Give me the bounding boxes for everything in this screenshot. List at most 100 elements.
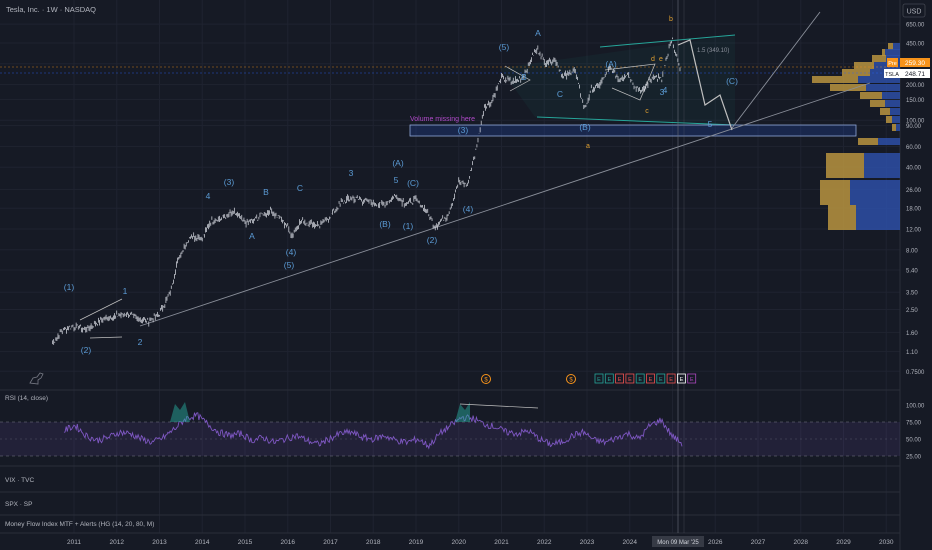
rsi-title[interactable]: RSI (14, close) — [5, 395, 48, 402]
wave-label: B — [521, 72, 527, 82]
wave-label: (4) — [286, 247, 297, 257]
volume-bar-up — [842, 69, 870, 76]
time-tick-label: 2011 — [67, 539, 81, 546]
time-tick-label: 2016 — [281, 539, 296, 546]
volume-bar-up — [854, 62, 874, 69]
wave-label: (3) — [224, 177, 235, 187]
volume-bar-up — [892, 124, 896, 131]
time-tick-label: 2015 — [238, 539, 253, 546]
wave-label: (A) — [392, 158, 404, 168]
svg-text:259.30: 259.30 — [905, 60, 925, 67]
wave-label: c — [645, 108, 649, 115]
volume-bar-down — [878, 138, 900, 145]
volume-bar-down — [892, 116, 900, 123]
svg-text:E: E — [607, 377, 611, 383]
price-badge-pre: Pre 259.30 — [887, 58, 930, 67]
time-tick-label: 2020 — [452, 539, 467, 546]
svg-text:248.71: 248.71 — [905, 71, 925, 78]
svg-text:E: E — [597, 377, 601, 383]
time-tick-label: 2027 — [751, 539, 766, 546]
wave-label: (5) — [284, 260, 295, 270]
wave-label: (5) — [499, 42, 510, 52]
wave-label: 5 — [394, 175, 399, 185]
volume-bar-down — [864, 153, 900, 178]
wave-label: (B) — [379, 219, 391, 229]
volume-bar-up — [858, 138, 878, 145]
volume-bar-down — [896, 124, 900, 131]
price-tick-label: 5.40 — [906, 268, 918, 274]
svg-text:E: E — [680, 377, 684, 383]
price-tick-label: 26.00 — [906, 188, 922, 194]
time-tick-label: 2019 — [409, 539, 424, 546]
price-tick-label: 18.00 — [906, 207, 922, 213]
volume-bar-down — [890, 108, 900, 115]
symbol-title[interactable]: Tesla, Inc. · 1W · NASDAQ — [6, 5, 96, 14]
price-tick-label: 60.00 — [906, 145, 922, 151]
wave-label: 1 — [123, 286, 128, 296]
wave-label: (A) — [605, 59, 617, 69]
pane-vix[interactable]: VIX · TVC — [5, 477, 34, 484]
wave-label: B — [263, 187, 269, 197]
wave-label: (B) — [579, 122, 591, 132]
rsi-tick-label: 25.00 — [906, 455, 922, 461]
price-tick-label: 150.00 — [906, 98, 925, 104]
wave-label: (3) — [458, 125, 469, 135]
volume-bar-up — [888, 43, 893, 50]
tradingview-chart[interactable]: Volume missing here (1) (2) 1 2 (3) 3 4 5 A B C (4)… — [0, 0, 932, 550]
wave-label: A — [249, 231, 255, 241]
price-badge-tsla: TSLA 248.71 — [884, 69, 930, 78]
volume-bar-up — [880, 108, 890, 115]
time-tick-label: 2013 — [152, 539, 167, 546]
price-tick-label: 12.00 — [906, 228, 922, 234]
wave-label: C — [297, 183, 303, 193]
time-tick-label: 2023 — [580, 539, 595, 546]
time-tick-label: 2017 — [323, 539, 338, 546]
price-tick-label: 450.00 — [906, 42, 925, 48]
volume-bar-up — [872, 55, 886, 62]
time-tick-label: 2026 — [708, 539, 723, 546]
volume-bar-up — [882, 49, 885, 56]
svg-text:E: E — [638, 377, 642, 383]
volume-note: Volume missing here — [410, 116, 475, 123]
svg-text:E: E — [659, 377, 663, 383]
price-tick-label: 1.60 — [906, 331, 918, 337]
svg-text:Mon 09 Mar '25: Mon 09 Mar '25 — [657, 540, 699, 546]
volume-bar-down — [885, 49, 900, 56]
wave-label: 5 — [708, 119, 713, 129]
volume-bar-up — [860, 92, 882, 99]
time-tick-label: 2029 — [836, 539, 851, 546]
time-highlight: Mon 09 Mar '25 — [652, 536, 704, 547]
pane-mfi[interactable]: Money Flow Index MTF + Alerts (HG (14, 2… — [5, 521, 154, 528]
price-tick-label: 90.00 — [906, 124, 922, 130]
wave-label: (C) — [407, 178, 419, 188]
chart-background — [0, 0, 932, 550]
wave-label: (1) — [64, 282, 75, 292]
wave-label: 3 — [349, 168, 354, 178]
price-tick-label: 1.10 — [906, 350, 918, 356]
pane-spx[interactable]: SPX · SP — [5, 501, 32, 508]
volume-bar-up — [812, 76, 858, 83]
time-tick-label: 2022 — [537, 539, 552, 546]
volume-bar-down — [866, 84, 900, 91]
time-tick-label: 2012 — [110, 539, 125, 546]
volume-bar-up — [870, 100, 885, 107]
volume-bar-up — [820, 180, 850, 205]
fib-note: 1.5 (349.10) — [697, 48, 729, 54]
svg-text:Pre: Pre — [888, 61, 897, 67]
wave-label: (4) — [463, 204, 474, 214]
wave-label: (2) — [427, 235, 438, 245]
price-tick-label: 8.00 — [906, 248, 918, 254]
wave-label: (2) — [81, 345, 92, 355]
time-tick-label: 2030 — [879, 539, 894, 546]
svg-text:E: E — [618, 377, 622, 383]
wave-label: d — [651, 56, 655, 63]
volume-bar-down — [885, 100, 900, 107]
wave-label: a — [586, 143, 590, 150]
volume-bar-up — [886, 116, 892, 123]
price-tick-label: 650.00 — [906, 23, 925, 29]
volume-bar-up — [828, 205, 856, 230]
wave-label: b — [669, 16, 673, 23]
wave-label: (C) — [726, 76, 738, 86]
svg-text:E: E — [628, 377, 632, 383]
volume-bar-down — [856, 205, 900, 230]
